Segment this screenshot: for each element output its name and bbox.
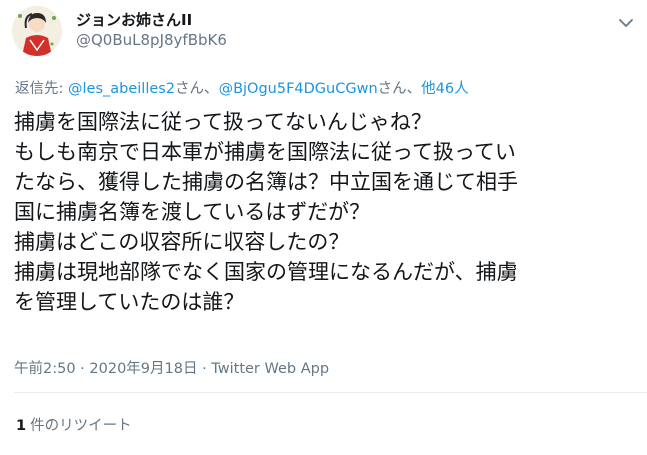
reply-separator: さん、: [175, 81, 219, 97]
tweet-line: 国に捕虜名簿を渡しているはずだが？: [14, 200, 371, 224]
avatar[interactable]: [12, 6, 62, 56]
tweet-meta: 午前2:50 · 2020年9月18日 · Twitter Web App: [14, 357, 329, 378]
tweet-line: 捕虜はどこの収容所に収容したの？: [14, 230, 350, 254]
tweet-line: 捕虜は現地部隊でなく国家の管理になるんだが、捕虜: [14, 260, 518, 284]
tweet-line: もしも南京で日本軍が捕虜を国際法に従って扱ってい: [14, 140, 516, 164]
chevron-down-icon[interactable]: [617, 14, 635, 32]
reply-to-line: 返信先: @les_abeilles2さん、@BjOgu5F4DGuCGwnさん…: [15, 77, 469, 98]
divider: [14, 392, 647, 393]
tweet-line: 捕虜を国際法に従って扱ってないんじゃね？: [14, 110, 432, 134]
tweet-line: たなら、獲得した捕虜の名簿は？中立国を通じて相手: [14, 170, 518, 194]
user-handle[interactable]: @Q0BuL8pJ8yfBbK6: [76, 31, 227, 49]
mention-link[interactable]: @les_abeilles2: [68, 81, 175, 97]
reply-prefix: 返信先:: [15, 81, 68, 97]
mention-link[interactable]: @BjOgu5F4DGuCGwn: [219, 81, 378, 97]
retweet-label: 件のリツイート: [30, 418, 132, 434]
others-link[interactable]: 他46人: [421, 81, 468, 97]
tweet-time[interactable]: 午前2:50: [14, 361, 76, 377]
reply-separator: さん、: [377, 81, 422, 97]
avatar-illustration: [12, 6, 62, 56]
tweet-source[interactable]: Twitter Web App: [211, 361, 329, 377]
meta-separator: ·: [197, 361, 212, 377]
retweet-count: 1: [16, 418, 27, 434]
meta-separator: ·: [75, 361, 90, 377]
tweet-line: を管理していたのは誰？: [14, 290, 245, 314]
retweet-count-link[interactable]: 1 件のリツイート: [16, 414, 132, 435]
display-name[interactable]: ジョンお姉さんII: [76, 9, 192, 30]
tweet-text: 捕虜を国際法に従って扱ってないんじゃね？ もしも南京で日本軍が捕虜を国際法に従っ…: [14, 107, 639, 317]
tweet-date[interactable]: 2020年9月18日: [89, 361, 197, 377]
